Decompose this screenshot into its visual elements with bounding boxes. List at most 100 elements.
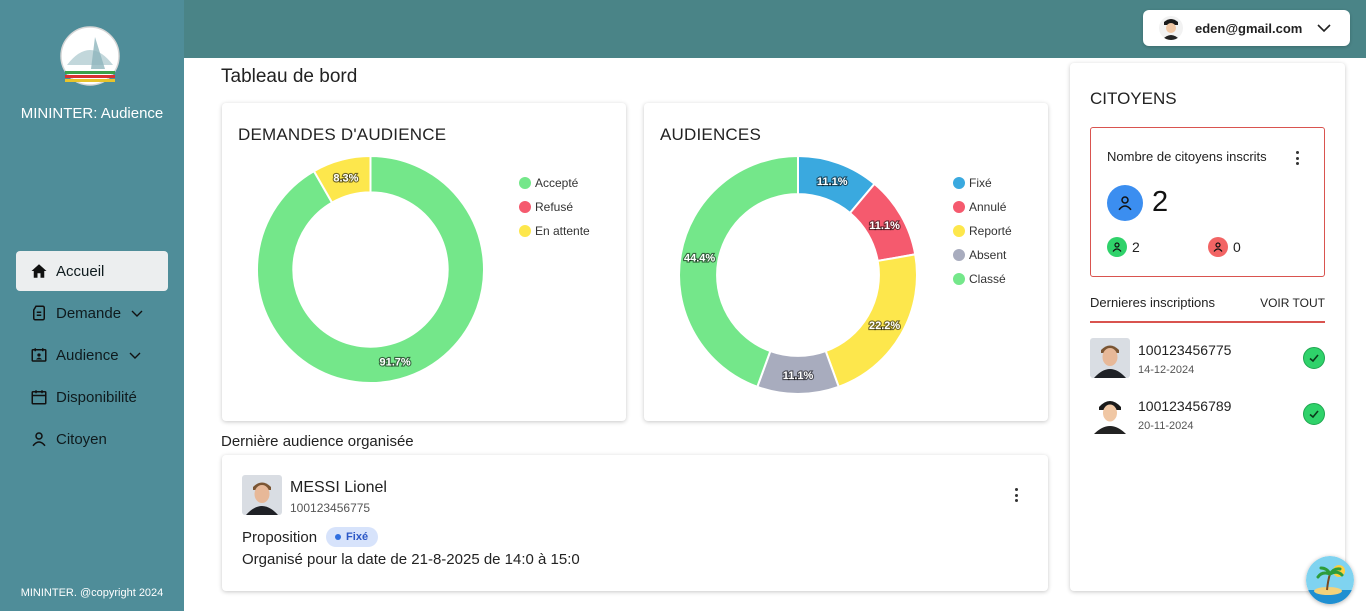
island-icon [1306, 556, 1354, 604]
slice-value-label: 8.3% [333, 172, 358, 184]
more-options-icon[interactable] [1290, 149, 1304, 167]
legend-label: Fixé [969, 176, 992, 190]
active-count-value: 2 [1132, 239, 1140, 255]
legend-swatch [953, 225, 965, 237]
citoyens-stat-card: Nombre de citoyens inscrits 2 2 0 [1090, 127, 1325, 277]
voir-tout-link[interactable]: VOIR TOUT [1260, 296, 1325, 310]
legend-label: Classé [969, 272, 1006, 286]
legend-item[interactable]: Annulé [953, 195, 1012, 219]
legend-item[interactable]: Absent [953, 243, 1012, 267]
proposition-row: Proposition Fixé [242, 527, 379, 547]
copyright-text: MININTER. @copyright 2024 [20, 587, 164, 599]
legend-item[interactable]: Refusé [519, 195, 590, 219]
avatar [1090, 338, 1130, 378]
demandes-chart-card: DEMANDES D'AUDIENCE 91.7% 8.3% Accepté Ref… [222, 103, 626, 421]
slice-value-label: 22.2% [869, 320, 900, 332]
sidebar-item-audience[interactable]: Audience [16, 335, 168, 375]
sidebar-item-demande[interactable]: Demande [16, 293, 168, 333]
legend-item[interactable]: Classé [953, 267, 1012, 291]
legend-item[interactable]: Reporté [953, 219, 1012, 243]
chart-title: DEMANDES D'AUDIENCE [238, 125, 447, 144]
chart-legend: Accepté Refusé En attente [519, 171, 590, 243]
calendar-icon [30, 388, 48, 406]
status-badge: Fixé [326, 527, 379, 547]
list-item[interactable]: 100123456789 20-11-2024 [1090, 394, 1325, 436]
legend-label: Refusé [535, 200, 574, 214]
donut-slice[interactable] [679, 156, 799, 389]
check-icon [1303, 347, 1325, 369]
recent-registrations-title: Dernieres inscriptions [1090, 295, 1215, 310]
audiences-chart-card: AUDIENCES 11.1% 11.1% 22.2% 11.1% 44.4% Fixé… [644, 103, 1048, 421]
sidebar-item-accueil[interactable]: Accueil [16, 251, 168, 291]
user-avatar [1159, 16, 1183, 40]
demandes-donut-chart: 91.7% 8.3% [257, 156, 484, 383]
status-badge-label: Fixé [346, 531, 369, 543]
check-icon [1303, 403, 1325, 425]
users-icon [1107, 185, 1143, 221]
legend-label: Absent [969, 248, 1007, 262]
top-header: eden@gmail.com [184, 0, 1366, 58]
sidebar-nav: Accueil Demande Audience Disponibilité C… [16, 251, 168, 461]
citizen-date: 20-11-2024 [1138, 420, 1194, 432]
chart-title: AUDIENCES [660, 125, 761, 144]
chevron-down-icon [1316, 20, 1332, 36]
sidebar-item-label: Citoyen [56, 430, 107, 448]
person-icon [30, 430, 48, 448]
active-user-icon [1107, 237, 1127, 257]
citizen-id: 100123456775 [1138, 342, 1232, 358]
legend-swatch [953, 177, 965, 189]
citoyens-title: CITOYENS [1090, 89, 1177, 108]
legend-label: Accepté [535, 176, 579, 190]
citizen-date: 14-12-2024 [1138, 364, 1195, 376]
legend-swatch [953, 201, 965, 213]
legend-item[interactable]: En attente [519, 219, 590, 243]
chevron-down-icon [129, 349, 141, 361]
sidebar: MININTER: Audience Accueil Demande Audie… [0, 0, 184, 611]
assistant-floating-button[interactable] [1306, 556, 1354, 604]
legend-label: Annulé [969, 200, 1007, 214]
stat-label: Nombre de citoyens inscrits [1107, 149, 1267, 164]
citoyens-panel: CITOYENS Nombre de citoyens inscrits 2 2… [1070, 63, 1345, 591]
legend-label: Reporté [969, 224, 1012, 238]
audience-person-id: 100123456775 [290, 501, 371, 515]
inactive-user-icon [1208, 237, 1228, 257]
legend-item[interactable]: Fixé [953, 171, 1012, 195]
page-title: Tableau de bord [221, 66, 358, 87]
avatar [1090, 394, 1130, 434]
citoyens-total: 2 [1152, 186, 1169, 218]
active-count: 2 [1107, 237, 1140, 257]
audience-schedule-text: Organisé pour la date de 21-8-2025 de 14… [242, 551, 580, 568]
sidebar-item-citoyen[interactable]: Citoyen [16, 419, 168, 459]
chart-legend: Fixé Annulé Reporté Absent Classé [953, 171, 1012, 291]
inactive-count: 0 [1208, 237, 1241, 257]
app-logo [57, 25, 123, 91]
legend-swatch [519, 201, 531, 213]
sidebar-item-disponibilite[interactable]: Disponibilité [16, 377, 168, 417]
legend-item[interactable]: Accepté [519, 171, 590, 195]
slice-value-label: 11.1% [783, 370, 814, 382]
audience-icon [30, 346, 48, 364]
inactive-count-value: 0 [1233, 239, 1241, 255]
sidebar-item-label: Disponibilité [56, 388, 137, 406]
slice-value-label: 44.4% [684, 253, 715, 265]
user-email: eden@gmail.com [1195, 20, 1303, 36]
citizen-id: 100123456789 [1138, 398, 1232, 414]
audience-person-name: MESSI Lionel [290, 479, 387, 496]
status-dot-icon [335, 534, 342, 540]
slice-value-label: 11.1% [869, 220, 900, 232]
slice-value-label: 11.1% [817, 176, 848, 188]
more-options-icon[interactable] [1009, 486, 1023, 504]
legend-swatch [953, 249, 965, 261]
slice-value-label: 91.7% [379, 357, 410, 369]
legend-label: En attente [535, 224, 590, 238]
home-icon [30, 262, 48, 280]
legend-swatch [953, 273, 965, 285]
legend-swatch [519, 177, 531, 189]
proposition-label: Proposition [242, 528, 318, 546]
document-icon [30, 304, 48, 322]
user-menu-button[interactable]: eden@gmail.com [1143, 10, 1350, 46]
legend-swatch [519, 225, 531, 237]
list-item[interactable]: 100123456775 14-12-2024 [1090, 338, 1325, 380]
sidebar-item-label: Audience [56, 346, 119, 364]
recent-registrations-header: Dernieres inscriptions VOIR TOUT [1090, 295, 1325, 323]
